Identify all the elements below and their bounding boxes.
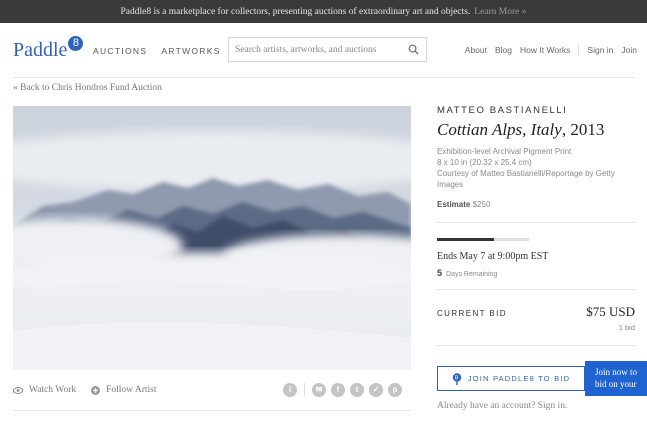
nav-divider: [578, 44, 580, 56]
image-footer-divider: [13, 410, 411, 411]
logo-text: Paddle: [13, 39, 68, 61]
artwork-title: Cottian Alps, Italy, 2013: [437, 120, 604, 140]
email-icon[interactable]: ✉: [312, 383, 326, 397]
days-remaining: 5 Days Remaining: [437, 268, 497, 278]
join-to-bid-label: JOIN PADDLE8 TO BID: [467, 374, 571, 383]
logo-badge: 8: [68, 36, 84, 51]
twitter-icon[interactable]: ✓: [369, 383, 383, 397]
announcement-bar: Paddle8 is a marketplace for collectors,…: [0, 0, 647, 23]
svg-text:8: 8: [455, 375, 460, 381]
back-to-auction-link[interactable]: « Back to Chris Hondros Fund Auction: [13, 83, 162, 93]
nav-how-it-works[interactable]: How It Works: [520, 45, 570, 55]
join-to-bid-button[interactable]: 8 JOIN PADDLE8 TO BID: [437, 366, 585, 391]
artwork-details: Exhibition-level Archival Pigment Print …: [437, 146, 617, 190]
artwork-medium: Exhibition-level Archival Pigment Print: [437, 147, 572, 156]
follow-artist-button[interactable]: Follow Artist: [91, 385, 157, 395]
auction-end-time: Ends May 7 at 9:00pm EST: [437, 251, 549, 262]
search-input[interactable]: [229, 38, 404, 61]
artwork-actions: Watch Work Follow Artist: [13, 385, 157, 395]
days-remaining-number: 5: [437, 268, 443, 278]
timer-divider: [437, 289, 635, 290]
time-progress-fill: [437, 238, 495, 241]
share-icons: i ✉ f t ✓ p: [283, 383, 402, 397]
secondary-nav: About Blog How It Works Sign in Join: [465, 44, 637, 56]
tooltip-line-1: Join now to: [595, 367, 638, 377]
bid-count: 1 bid: [618, 323, 635, 332]
join-tooltip: Join now to bid on your: [585, 361, 647, 396]
sign-in-prompt[interactable]: Already have an account? Sign in.: [437, 401, 567, 411]
tumblr-icon[interactable]: t: [350, 383, 364, 397]
estimate-label: Estimate: [437, 200, 471, 209]
learn-more-link[interactable]: Learn More »: [474, 7, 526, 17]
tooltip-line-2: bid on your: [595, 379, 637, 389]
eye-icon: [13, 386, 23, 394]
nav-auctions[interactable]: AUCTIONS: [93, 46, 147, 56]
join-link[interactable]: Join: [621, 45, 637, 55]
paddle8-logo[interactable]: Paddle 8: [13, 36, 84, 62]
site-header: Paddle 8 AUCTIONS ARTWORKS About Blog Ho…: [0, 23, 647, 77]
estimate-divider: [437, 222, 635, 223]
days-remaining-label: Days Remaining: [446, 271, 498, 278]
announcement-text: Paddle8 is a marketplace for collectors,…: [120, 6, 471, 17]
artwork-image[interactable]: [13, 106, 411, 370]
artwork-dimensions: 8 x 10 in (20.32 x 25.4 cm): [437, 158, 532, 167]
current-bid-label: CURRENT BID: [437, 309, 507, 318]
artist-name[interactable]: MATTEO BASTIANELLI: [437, 105, 568, 116]
current-bid-amount: $75 USD: [586, 304, 635, 319]
header-divider: [13, 77, 635, 78]
estimate: Estimate $250: [437, 200, 490, 209]
artwork-title-text: Cottian Alps, Italy: [437, 120, 562, 139]
plus-circle-icon: [91, 385, 101, 395]
pinterest-icon[interactable]: p: [388, 383, 402, 397]
follow-artist-label: Follow Artist: [106, 385, 157, 395]
paddle-icon: 8: [452, 372, 461, 385]
time-progress-bar: [437, 238, 529, 241]
info-icon[interactable]: i: [283, 383, 297, 397]
estimate-value: $250: [472, 200, 491, 209]
search-box: [228, 37, 427, 62]
share-divider: [304, 383, 305, 397]
sign-in-link[interactable]: Sign in: [587, 45, 613, 55]
facebook-icon[interactable]: f: [331, 383, 345, 397]
watch-work-label: Watch Work: [29, 385, 77, 395]
artwork-courtesy: Courtesy of Matteo Bastianelli/Reportage…: [437, 169, 615, 189]
artwork-year: , 2013: [561, 120, 605, 139]
nav-about[interactable]: About: [465, 45, 487, 55]
nav-artworks[interactable]: ARTWORKS: [161, 46, 220, 56]
nav-blog[interactable]: Blog: [495, 45, 512, 55]
watch-work-button[interactable]: Watch Work: [13, 385, 76, 395]
artwork-photo: [13, 106, 411, 370]
main-nav: AUCTIONS ARTWORKS: [93, 46, 221, 56]
bid-divider: [437, 345, 635, 346]
search-icon[interactable]: [408, 44, 419, 55]
